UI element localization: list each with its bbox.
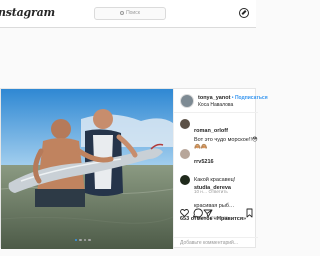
- comment-text: Вот это чудо морское!!😳🙈🙈: [194, 137, 258, 150]
- comment-username[interactable]: rrv5216: [194, 159, 214, 165]
- follow-label: Подписаться: [234, 95, 268, 101]
- post-sidebar: tonya_yanot • Подписаться Коса Навалова …: [173, 89, 268, 249]
- author-line: tonya_yanot • Подписаться: [198, 95, 268, 101]
- carousel-dots: [75, 239, 91, 242]
- comment-username[interactable]: roman_orloff: [194, 128, 228, 134]
- compass-icon[interactable]: [239, 8, 249, 18]
- comment-body: roman_orloff Вот это чудо морское!!😳🙈🙈: [194, 119, 264, 150]
- instagram-page: Instagram Поиск: [0, 0, 268, 256]
- search-placeholder: Поиск: [126, 10, 140, 16]
- top-navigation-bar: Instagram Поиск: [0, 0, 256, 28]
- author-username[interactable]: tonya_yanot: [198, 95, 230, 101]
- carousel-dot[interactable]: [79, 239, 82, 242]
- add-comment-input[interactable]: Добавьте комментарий...: [174, 237, 258, 249]
- comment-item: roman_orloff Вот это чудо морское!!😳🙈🙈: [180, 119, 258, 150]
- commenter-avatar[interactable]: [180, 149, 190, 159]
- comment-item: rrv5216 Какой красавец! 10 н… Ответить: [180, 149, 258, 194]
- post-actions: [180, 205, 254, 218]
- commenter-avatar[interactable]: [180, 175, 190, 185]
- search-input[interactable]: Поиск: [94, 7, 166, 20]
- author-avatar[interactable]: [180, 94, 194, 108]
- comment-item: studia_dereva красивая рыб… 19 нед. Отве…: [180, 175, 258, 220]
- follow-button[interactable]: • Подписаться: [232, 95, 268, 101]
- carousel-dot[interactable]: [83, 239, 87, 242]
- add-comment-placeholder: Добавьте комментарий...: [180, 240, 239, 246]
- post-header: tonya_yanot • Подписаться Коса Навалова: [174, 89, 268, 113]
- search-icon: [120, 10, 125, 15]
- likes-count[interactable]: 653 отметок «Нравится»: [180, 216, 246, 222]
- post-card: tonya_yanot • Подписаться Коса Навалова …: [0, 88, 268, 249]
- carousel-dot[interactable]: [88, 239, 91, 242]
- commenter-avatar[interactable]: [180, 119, 190, 129]
- post-photo[interactable]: [1, 89, 173, 249]
- instagram-logo[interactable]: Instagram: [0, 6, 55, 19]
- bookmark-icon[interactable]: [246, 208, 253, 218]
- comment-username[interactable]: studia_dereva: [194, 185, 231, 191]
- photo-fishermen-oarfish: [1, 89, 173, 249]
- carousel-dot[interactable]: [75, 239, 78, 242]
- post-location[interactable]: Коса Навалова: [198, 102, 233, 108]
